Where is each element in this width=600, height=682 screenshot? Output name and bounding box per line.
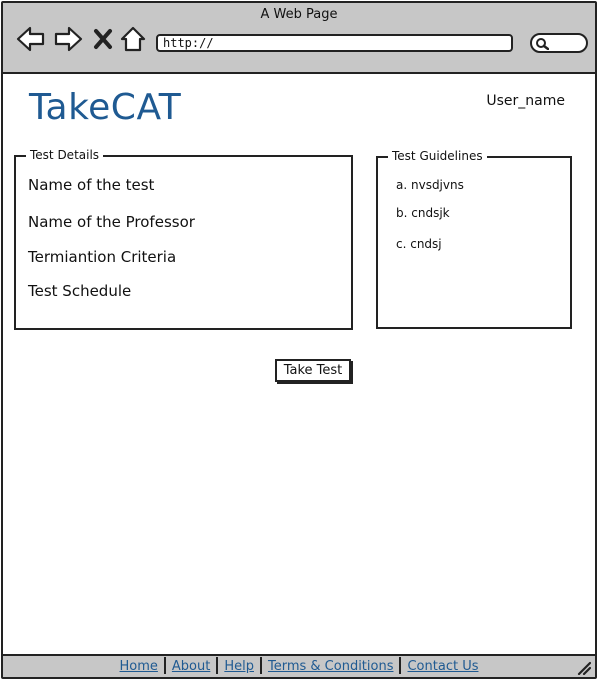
url-input[interactable]: http://	[156, 34, 513, 52]
window-title: A Web Page	[260, 7, 338, 22]
browser-window: A Web Page http:// TakeCAT User_name Tes…	[1, 1, 597, 679]
footer-link-home[interactable]: Home	[114, 659, 164, 674]
footer-link-terms[interactable]: Terms & Conditions	[262, 659, 400, 674]
back-arrow-icon[interactable]	[16, 25, 46, 53]
guideline-item-a: a. nvsdjvns	[396, 178, 464, 192]
guideline-item-c: c. cndsj	[396, 237, 442, 251]
search-input[interactable]	[530, 33, 588, 53]
page-footer: Home About Help Terms & Conditions Contact U…	[3, 654, 595, 677]
guideline-item-b: b. cndsjk	[396, 206, 450, 220]
home-icon[interactable]	[119, 25, 147, 53]
resize-grip-icon[interactable]	[577, 661, 591, 675]
detail-professor-name: Name of the Professor	[28, 213, 195, 231]
close-x-icon[interactable]	[92, 25, 114, 53]
test-guidelines-panel: Test Guidelines a. nvsdjvns b. cndsjk c.…	[376, 149, 572, 329]
search-icon	[536, 38, 549, 50]
detail-test-schedule: Test Schedule	[28, 282, 132, 300]
footer-link-help[interactable]: Help	[218, 659, 260, 674]
browser-toolbar: A Web Page http://	[3, 3, 595, 74]
test-details-panel: Test Details Name of the test Name of th…	[14, 148, 353, 330]
take-test-button[interactable]: Take Test	[275, 359, 351, 382]
detail-test-name: Name of the test	[28, 176, 155, 194]
test-details-legend: Test Details	[26, 148, 104, 162]
detail-termination-criteria: Termiantion Criteria	[28, 248, 177, 266]
test-guidelines-legend: Test Guidelines	[388, 149, 487, 163]
site-logo[interactable]: TakeCAT	[29, 87, 181, 128]
forward-arrow-icon[interactable]	[53, 25, 83, 53]
username-label[interactable]: User_name	[486, 93, 565, 109]
footer-link-about[interactable]: About	[166, 659, 216, 674]
footer-link-contact[interactable]: Contact Us	[401, 659, 484, 674]
